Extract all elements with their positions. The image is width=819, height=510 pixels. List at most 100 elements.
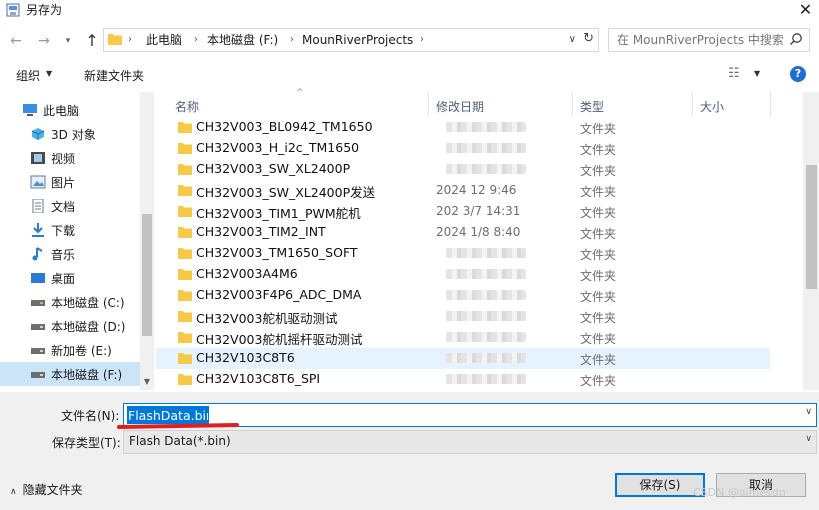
sidebar-item-label: 3D 对象 bbox=[51, 128, 96, 142]
file-name: CH32V003_SW_XL2400P发送 bbox=[196, 185, 376, 200]
folder-icon bbox=[178, 290, 192, 301]
file-type: 文件夹 bbox=[580, 311, 617, 325]
navigation-pane: 此电脑 3D 对象 视频 图片 文档 下载 音乐 桌面 本地磁盘 (C:) 本地… bbox=[0, 92, 154, 390]
folder-icon bbox=[108, 34, 122, 45]
view-options-icon[interactable]: ☷ bbox=[728, 66, 740, 81]
column-header-name[interactable]: 名称 bbox=[175, 98, 199, 115]
back-button[interactable]: ← bbox=[6, 31, 26, 51]
column-header-type[interactable]: 类型 bbox=[580, 98, 604, 115]
search-icon[interactable] bbox=[789, 32, 803, 46]
sidebar-item-label: 图片 bbox=[51, 176, 76, 190]
forward-button[interactable]: → bbox=[34, 31, 54, 51]
file-row[interactable]: CH32V003_SW_XL2400P发送 2024 12 9:46 文件夹 bbox=[156, 180, 770, 201]
sidebar-item-label: 本地磁盘 (F:) bbox=[51, 368, 123, 382]
sidebar-item-this-pc[interactable]: 此电脑 bbox=[0, 98, 140, 122]
file-row[interactable]: CH32V003F4P6_ADC_DMA 文件夹 bbox=[156, 285, 770, 306]
sidebar-item-drive-e[interactable]: 新加卷 (E:) bbox=[0, 338, 140, 362]
filetype-select[interactable]: Flash Data(*.bin) ∨ bbox=[123, 430, 817, 454]
documents-icon bbox=[32, 199, 44, 213]
breadcrumb-drive-f[interactable]: 本地磁盘 (F:) bbox=[207, 31, 278, 49]
file-list-scrollbar-thumb[interactable] bbox=[806, 165, 817, 289]
chevron-down-icon[interactable]: ∨ bbox=[805, 407, 812, 417]
sidebar-item-desktop[interactable]: 桌面 bbox=[0, 266, 140, 290]
file-row[interactable]: CH32V003舵机摇杆驱动测试 文件夹 bbox=[156, 327, 770, 348]
close-button[interactable]: ✕ bbox=[792, 0, 819, 22]
search-input[interactable] bbox=[617, 31, 787, 49]
address-dropdown-icon[interactable]: ∨ bbox=[569, 31, 576, 49]
breadcrumb-this-pc[interactable]: 此电脑 bbox=[146, 31, 182, 49]
breadcrumb-separator: › bbox=[290, 34, 294, 45]
sidebar-item-drive-d[interactable]: 本地磁盘 (D:) bbox=[0, 314, 140, 338]
file-type: 文件夹 bbox=[580, 143, 617, 157]
recent-locations-button[interactable]: ▾ bbox=[58, 31, 78, 51]
sidebar-item-videos[interactable]: 视频 bbox=[0, 146, 140, 170]
sidebar-item-3d-objects[interactable]: 3D 对象 bbox=[0, 122, 140, 146]
folder-icon bbox=[178, 206, 192, 217]
column-divider[interactable] bbox=[692, 92, 693, 116]
file-type: 文件夹 bbox=[580, 374, 617, 388]
organize-button[interactable]: 组织 bbox=[16, 67, 40, 84]
window-title: 另存为 bbox=[26, 3, 63, 17]
breadcrumb-separator: › bbox=[194, 34, 198, 45]
column-header-date[interactable]: 修改日期 bbox=[436, 98, 484, 115]
new-folder-button[interactable]: 新建文件夹 bbox=[84, 67, 144, 84]
up-button[interactable]: ↑ bbox=[82, 31, 102, 51]
toolbar: 组织 ▼ 新建文件夹 ☷ ▼ bbox=[0, 60, 819, 90]
sidebar-item-label: 音乐 bbox=[51, 248, 76, 262]
file-row[interactable]: CH32V103C8T6_SPI 文件夹 bbox=[156, 369, 770, 390]
file-row[interactable]: CH32V003_SW_XL2400P 文件夹 bbox=[156, 159, 770, 180]
scroll-down-icon[interactable]: ▼ bbox=[140, 377, 154, 386]
redacted-date bbox=[446, 332, 526, 342]
file-name: CH32V103C8T6 bbox=[196, 350, 295, 365]
search-box[interactable] bbox=[608, 28, 810, 52]
sidebar-item-label: 桌面 bbox=[51, 272, 76, 286]
column-divider[interactable] bbox=[572, 92, 573, 116]
title-bar: 另存为 ✕ bbox=[0, 0, 819, 22]
file-row[interactable]: CH32V003_BL0942_TM1650 文件夹 bbox=[156, 117, 770, 138]
sidebar-item-label: 此电脑 bbox=[43, 104, 80, 118]
refresh-icon[interactable]: ↻ bbox=[583, 30, 594, 48]
nav-scrollbar-thumb[interactable] bbox=[142, 214, 152, 336]
drive-icon bbox=[31, 348, 45, 354]
sidebar-item-downloads[interactable]: 下载 bbox=[0, 218, 140, 242]
file-name: CH32V003舵机摇杆驱动测试 bbox=[196, 332, 363, 347]
file-row[interactable]: CH32V003_H_i2c_TM1650 文件夹 bbox=[156, 138, 770, 159]
hide-folders-label: 隐藏文件夹 bbox=[22, 483, 83, 497]
help-icon[interactable]: ? bbox=[790, 66, 806, 82]
column-divider[interactable] bbox=[770, 92, 771, 116]
save-button[interactable]: 保存(S) bbox=[615, 473, 705, 497]
address-bar[interactable]: › 此电脑 › 本地磁盘 (F:) › MounRiverProjects › … bbox=[103, 28, 599, 52]
sidebar-item-music[interactable]: 音乐 bbox=[0, 242, 140, 266]
sidebar-item-drive-f[interactable]: 本地磁盘 (F:) bbox=[0, 362, 140, 386]
breadcrumb-mounriverprojects[interactable]: MounRiverProjects bbox=[302, 31, 413, 49]
file-row[interactable]: CH32V003_TIM1_PWM舵机 202 3/7 14:31 文件夹 bbox=[156, 201, 770, 222]
file-type: 文件夹 bbox=[580, 332, 617, 346]
sidebar-item-label: 视频 bbox=[51, 152, 76, 166]
file-row[interactable]: CH32V003舵机驱动测试 文件夹 bbox=[156, 306, 770, 327]
folder-icon bbox=[178, 374, 192, 385]
file-name: CH32V003_BL0942_TM1650 bbox=[196, 119, 373, 134]
column-header-size[interactable]: 大小 bbox=[700, 98, 724, 115]
file-type: 文件夹 bbox=[580, 353, 617, 367]
filename-input[interactable] bbox=[127, 406, 209, 424]
hide-folders-toggle[interactable]: ∧ 隐藏文件夹 bbox=[10, 481, 83, 498]
chevron-down-icon[interactable]: ∨ bbox=[805, 434, 812, 444]
file-date: 2024 1/8 8:40 bbox=[436, 225, 521, 239]
video-icon bbox=[31, 152, 45, 164]
file-name: CH32V003_TIM2_INT bbox=[196, 224, 326, 239]
file-row-hovered[interactable]: CH32V103C8T6 文件夹 bbox=[156, 348, 770, 369]
sidebar-item-documents[interactable]: 文档 bbox=[0, 194, 140, 218]
folder-icon bbox=[178, 185, 192, 196]
file-row[interactable]: CH32V003_TM1650_SOFT 文件夹 bbox=[156, 243, 770, 264]
chevron-down-icon[interactable]: ▼ bbox=[46, 69, 52, 78]
column-divider[interactable] bbox=[428, 92, 429, 116]
file-name: CH32V003舵机驱动测试 bbox=[196, 311, 338, 326]
file-name: CH32V003F4P6_ADC_DMA bbox=[196, 287, 362, 302]
folder-icon bbox=[178, 122, 192, 133]
chevron-down-icon[interactable]: ▼ bbox=[754, 69, 760, 78]
folder-icon bbox=[178, 143, 192, 154]
sidebar-item-drive-c[interactable]: 本地磁盘 (C:) bbox=[0, 290, 140, 314]
file-row[interactable]: CH32V003A4M6 文件夹 bbox=[156, 264, 770, 285]
sidebar-item-pictures[interactable]: 图片 bbox=[0, 170, 140, 194]
file-row[interactable]: CH32V003_TIM2_INT 2024 1/8 8:40 文件夹 bbox=[156, 222, 770, 243]
